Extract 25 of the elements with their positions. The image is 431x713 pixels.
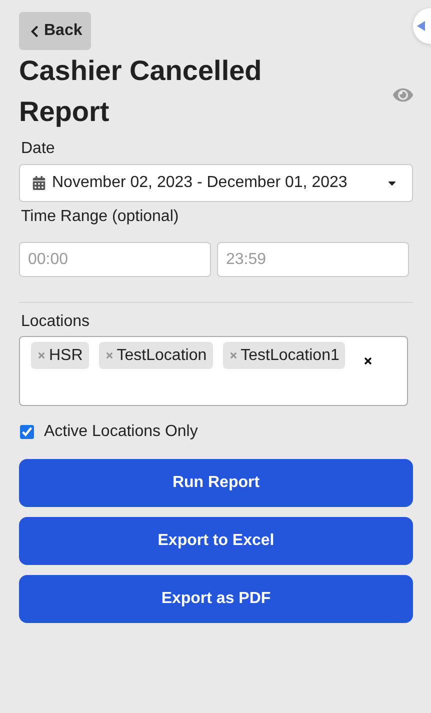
chevron-left-icon (28, 24, 41, 38)
remove-icon[interactable] (228, 351, 238, 360)
start-time-field[interactable]: 00:00 (19, 242, 211, 277)
back-button[interactable]: Back (19, 12, 92, 50)
action-button[interactable]: Export to Excel (19, 517, 413, 565)
action-button[interactable]: Run Report (19, 459, 413, 507)
clear-icon[interactable] (363, 356, 374, 366)
action-button[interactable]: Export as PDF (19, 575, 413, 623)
field-label: Time Range (optional) (21, 208, 180, 226)
field-label: Locations (21, 313, 90, 331)
remove-icon[interactable] (37, 351, 46, 360)
remove-icon[interactable] (104, 351, 114, 360)
locations-field[interactable]: HSR TestLocation TestLocation1 (19, 336, 408, 406)
location-tag[interactable]: TestLocation (98, 342, 213, 369)
active-locations-checkbox[interactable]: Active Locations Only (20, 423, 413, 441)
calendar-icon (32, 176, 46, 190)
page-title: Cashier Cancelled Report (19, 54, 263, 129)
end-time-field[interactable]: 23:59 (217, 242, 409, 277)
arrow-icon (417, 21, 425, 31)
date-range-field[interactable]: November 02, 2023 - December 01, 2023 (19, 164, 413, 202)
checkbox-label: Active Locations Only (44, 423, 198, 441)
location-tag[interactable]: TestLocation1 (222, 342, 346, 369)
field-label: Date (21, 140, 56, 158)
checkbox[interactable] (20, 425, 34, 439)
location-tag[interactable]: HSR (31, 342, 89, 369)
